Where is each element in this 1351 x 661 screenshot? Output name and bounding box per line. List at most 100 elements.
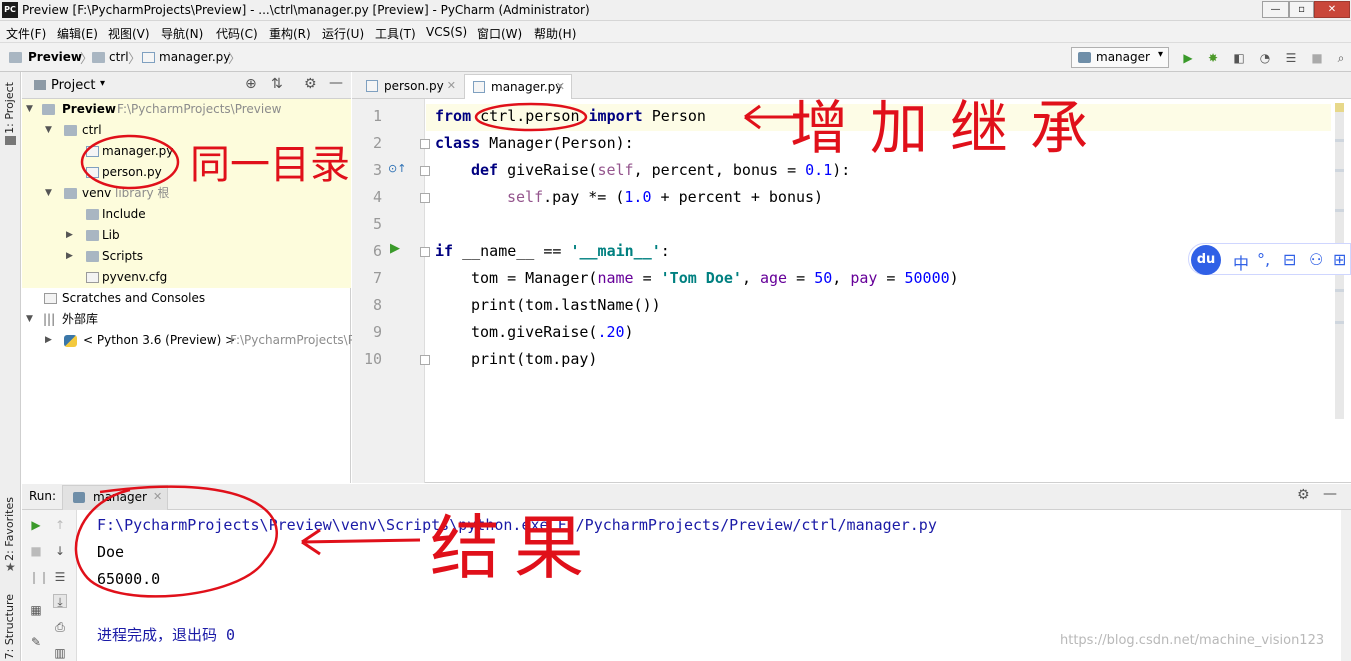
search-everywhere-icon[interactable]: ⌕ [1334, 51, 1348, 65]
soft-wrap-icon[interactable]: ☰ [53, 570, 67, 584]
ime-grid-icon[interactable]: ⊞ [1333, 250, 1346, 269]
override-method-icon[interactable]: ⊙↑ [388, 162, 406, 175]
menu-navigate[interactable]: 导航(N) [161, 25, 203, 42]
expanded-chevron-icon[interactable]: ▼ [26, 99, 33, 120]
run-gutter-icon[interactable]: ▶ [390, 241, 400, 256]
menu-tools[interactable]: 工具(T) [375, 25, 416, 42]
expr-token: = [787, 269, 815, 287]
ime-toolbox-icon[interactable]: ⊟ [1283, 250, 1296, 269]
menu-file[interactable]: 文件(F) [6, 25, 46, 42]
config-file-icon [86, 272, 99, 283]
baidu-ime-logo[interactable]: du [1191, 245, 1221, 275]
tree-item-python-sdk[interactable]: ▶ < Python 3.6 (Preview) > F:\PycharmPro… [22, 330, 355, 351]
menu-edit[interactable]: 编辑(E) [57, 25, 98, 42]
menu-code[interactable]: 代码(C) [216, 25, 258, 42]
menu-window[interactable]: 窗口(W) [477, 25, 522, 42]
profile-icon[interactable]: ◔ [1258, 51, 1272, 65]
trash-icon[interactable]: ▥ [53, 646, 67, 660]
folder-icon [86, 251, 99, 262]
close-tab-icon[interactable]: ✕ [153, 490, 162, 503]
maximize-button[interactable]: ▫ [1289, 1, 1314, 18]
hide-panel-icon[interactable]: — [1323, 486, 1337, 502]
run-configuration-select[interactable]: manager ▾ [1071, 47, 1169, 68]
collapse-all-icon[interactable]: ⇅ [271, 76, 283, 92]
tree-item-ctrl[interactable]: ▼ ctrl [22, 120, 351, 141]
ime-punctuation[interactable]: °, [1257, 250, 1270, 269]
hide-panel-icon[interactable]: — [329, 75, 343, 91]
run-tab-manager[interactable]: manager ✕ [62, 485, 168, 510]
debug-icon[interactable]: ✸ [1206, 51, 1220, 65]
tree-item-pyvenv-cfg[interactable]: pyvenv.cfg [22, 267, 351, 288]
menu-help[interactable]: 帮助(H) [534, 25, 576, 42]
collapsed-chevron-icon[interactable]: ▶ [66, 225, 73, 246]
code-editor[interactable]: 1 2 3 4 5 6 7 8 9 10 ⊙↑ ▶ from ctrl.pers… [352, 99, 1351, 483]
collapsed-chevron-icon[interactable]: ▶ [66, 246, 73, 267]
run-icon[interactable]: ▶ [1181, 51, 1195, 65]
scroll-up-icon[interactable]: ↑ [53, 518, 67, 532]
ime-toolbar[interactable]: du 中 °, ⊟ ⚇ ⊞ [1188, 243, 1351, 275]
expanded-chevron-icon[interactable]: ▼ [45, 120, 52, 141]
scroll-marker [1335, 139, 1344, 142]
locate-target-icon[interactable]: ⊕ [245, 76, 257, 92]
close-tab-icon[interactable]: ✕ [556, 75, 565, 99]
tree-item-scratches[interactable]: Scratches and Consoles [22, 288, 351, 309]
rerun-icon[interactable]: ▶ [29, 518, 43, 532]
tree-item-label: Include [102, 207, 146, 221]
concurrency-icon[interactable]: ☰ [1284, 51, 1298, 65]
scroll-down-icon[interactable]: ↓ [53, 544, 67, 558]
fold-marker-icon[interactable] [420, 247, 430, 257]
chevron-down-icon[interactable]: ▾ [100, 78, 105, 89]
stop-icon[interactable]: ■ [1310, 51, 1324, 65]
project-panel-title[interactable]: Project [51, 78, 95, 93]
tree-item-label: pyvenv.cfg [102, 270, 168, 284]
stop-icon[interactable]: ■ [29, 544, 43, 558]
tree-item-scripts[interactable]: ▶ Scripts [22, 246, 351, 267]
menu-vcs[interactable]: VCS(S) [426, 25, 467, 39]
console-scrollbar[interactable] [1341, 510, 1351, 661]
gear-icon[interactable]: ⚙ [304, 76, 317, 92]
run-toolbar: ▶ ↑ ■ ↓ ❙❙ ☰ ⤓ ▦ ⎙ ✎ ▥ [22, 510, 77, 661]
breadcrumb-project[interactable]: Preview [28, 50, 82, 64]
tab-structure-tool[interactable]: 7: Structure [3, 594, 16, 659]
breadcrumb-folder[interactable]: ctrl [109, 50, 129, 64]
tree-item-label: Scripts [102, 249, 144, 263]
tree-item-label: person.py [102, 165, 162, 179]
fold-marker-icon[interactable] [420, 166, 430, 176]
minimize-button[interactable]: — [1262, 1, 1289, 18]
analysis-status-icon[interactable] [1335, 103, 1344, 112]
menu-run[interactable]: 运行(U) [322, 25, 364, 42]
menu-view[interactable]: 视图(V) [108, 25, 150, 42]
close-window-button[interactable]: ✕ [1314, 1, 1350, 18]
breadcrumb-file[interactable]: manager.py [159, 50, 230, 64]
tree-item-venv[interactable]: ▼ venv library 根 [22, 183, 351, 204]
menu-refactor[interactable]: 重构(R) [269, 25, 311, 42]
pause-icon[interactable]: ❙❙ [29, 570, 49, 584]
tree-item-hint: library 根 [115, 186, 170, 200]
tab-manager-py[interactable]: manager.py ✕ [464, 74, 572, 99]
tree-item-include[interactable]: Include [22, 204, 351, 225]
pin-icon[interactable]: ✎ [29, 635, 43, 649]
expanded-chevron-icon[interactable]: ▼ [45, 183, 52, 204]
ime-chinese-mode[interactable]: 中 [1233, 250, 1249, 274]
tab-project-tool[interactable]: 1: Project [3, 82, 16, 134]
tree-item-preview[interactable]: ▼ Preview F:\PycharmProjects\Preview [22, 99, 351, 120]
close-tab-icon[interactable]: ✕ [447, 74, 456, 98]
scroll-to-end-icon[interactable]: ⤓ [53, 594, 67, 609]
tree-item-lib[interactable]: ▶ Lib [22, 225, 351, 246]
tab-favorites-tool[interactable]: 2: Favorites [3, 497, 16, 561]
fold-marker-icon[interactable] [420, 139, 430, 149]
tree-item-external-libraries[interactable]: ▼ ||| 外部库 [22, 309, 351, 330]
fold-marker-icon[interactable] [420, 193, 430, 203]
expanded-chevron-icon[interactable]: ▼ [26, 309, 33, 330]
tree-item-manager-py[interactable]: manager.py [22, 141, 351, 162]
gear-icon[interactable]: ⚙ [1297, 487, 1310, 503]
collapsed-chevron-icon[interactable]: ▶ [45, 330, 52, 351]
code-line-4: self.pay *= (1.0 + percent + bonus) [507, 188, 823, 206]
fold-marker-icon[interactable] [420, 355, 430, 365]
tree-item-person-py[interactable]: person.py [22, 162, 351, 183]
layout-icon[interactable]: ▦ [29, 603, 43, 617]
tab-person-py[interactable]: person.py ✕ [358, 74, 462, 99]
print-icon[interactable]: ⎙ [53, 620, 67, 634]
coverage-icon[interactable]: ◧ [1232, 51, 1246, 65]
ime-user-icon[interactable]: ⚇ [1309, 250, 1323, 269]
